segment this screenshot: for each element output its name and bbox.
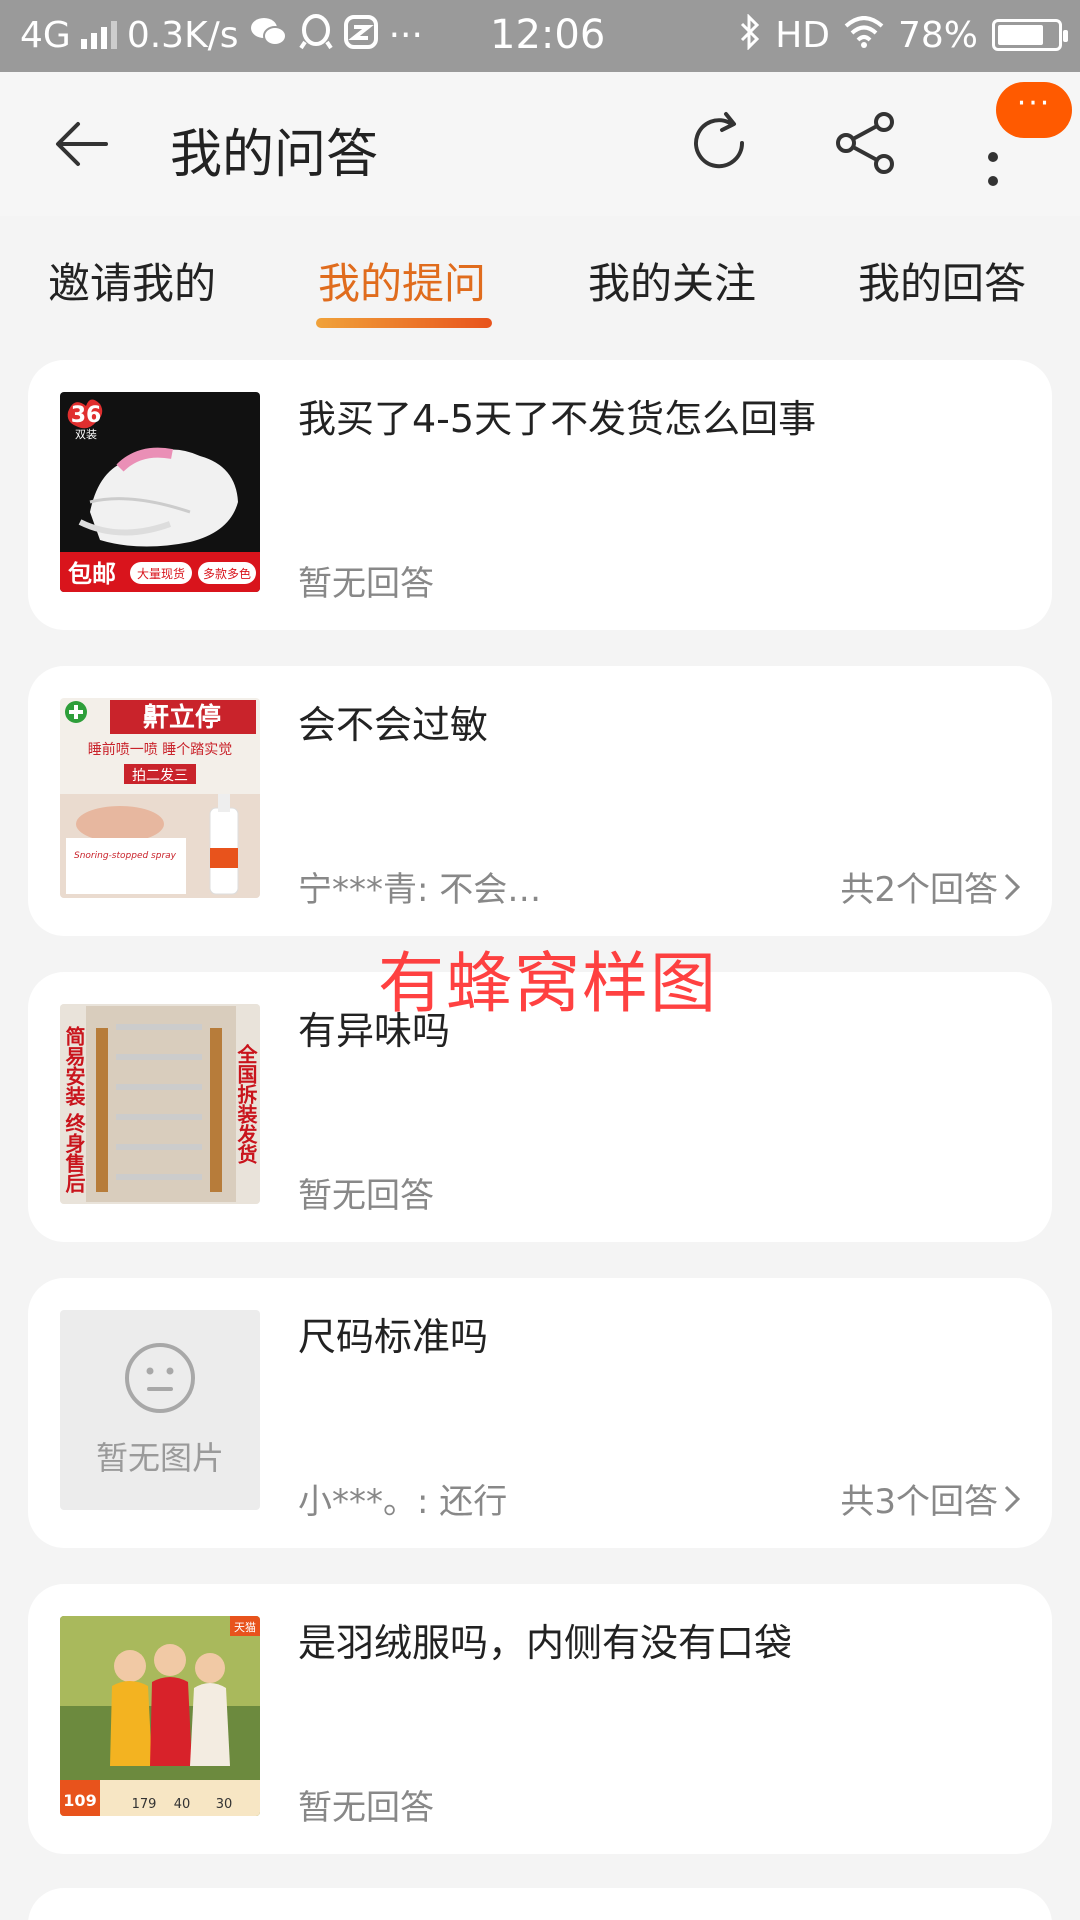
- back-button[interactable]: [50, 112, 114, 176]
- product-thumbnail: 天猫 109 179 40 30: [60, 1616, 260, 1816]
- active-tab-indicator: [316, 318, 492, 328]
- shelf-right-text: 全国拆装发货: [234, 1043, 258, 1165]
- answer-count: 共2个回答: [840, 870, 998, 910]
- stat-3: 30: [216, 1797, 233, 1812]
- answer-preview: 暂无回答: [298, 1788, 434, 1828]
- neutral-face-icon: [125, 1343, 195, 1413]
- product-thumbnail: 简易安装 终身售后 全国拆装发货: [60, 1004, 260, 1204]
- tab-following[interactable]: 我的关注: [588, 250, 756, 311]
- header: 我的问答: [0, 72, 1080, 216]
- shelf-left-text: 简易安装 终身售后: [62, 1025, 86, 1194]
- stat-1: 179: [132, 1797, 157, 1812]
- answer-preview: 暂无回答: [298, 1176, 434, 1216]
- badge-sub: 双装: [75, 428, 97, 441]
- watermark-text: 有蜂窝样图: [378, 945, 718, 1022]
- battery-icon: [992, 19, 1068, 51]
- app-icon: [343, 14, 379, 56]
- answer-count-link[interactable]: 共2个回答: [840, 862, 1022, 911]
- price: 109: [63, 1791, 96, 1810]
- signal-icon: [80, 21, 117, 49]
- message-badge[interactable]: ···: [996, 82, 1072, 138]
- wechat-icon: [249, 15, 289, 55]
- promo-tag: 拍二发三: [132, 768, 188, 784]
- spray-name: Snoring-stopped spray: [74, 851, 177, 861]
- tag-colors: 多款多色: [203, 567, 251, 581]
- tmall-tag: 天猫: [234, 1621, 256, 1634]
- refresh-icon: [694, 112, 745, 169]
- tab-invited[interactable]: 邀请我的: [48, 250, 216, 311]
- free-shipping-tag: 包邮: [68, 560, 116, 588]
- answer-preview: 宁***青: 不会…: [298, 870, 542, 910]
- answer-count-link[interactable]: 共3个回答: [840, 1474, 1022, 1523]
- answer-preview: 小***。: 还行: [298, 1482, 508, 1522]
- question-card[interactable]: 鼾立停 睡前喷一喷 睡个踏实觉 拍二发三 Snoring-stopped spr…: [28, 666, 1052, 936]
- stat-2: 40: [174, 1797, 191, 1812]
- hd-label: HD: [775, 14, 830, 56]
- chevron-right-icon: [1004, 873, 1021, 900]
- question-card[interactable]: 天猫 109 179 40 30 是羽绒服吗，内侧有没有口袋 暂无回答: [28, 1584, 1052, 1854]
- answer-preview: 暂无回答: [298, 564, 434, 604]
- qq-icon: [298, 14, 333, 56]
- tab-my-questions[interactable]: 我的提问: [318, 250, 486, 311]
- refresh-button[interactable]: [686, 110, 752, 176]
- no-image-label: 暂无图片: [95, 1439, 224, 1477]
- chevron-right-icon: [1004, 1485, 1021, 1512]
- brand-name: 鼾立停: [143, 702, 221, 733]
- dot-icon: [988, 176, 998, 186]
- network-speed: 0.3K/s: [126, 14, 239, 56]
- more-status: ···: [388, 14, 423, 56]
- question-text: 是羽绒服吗，内侧有没有口袋: [298, 1621, 793, 1665]
- brand-sub: 睡前喷一喷 睡个踏实觉: [88, 741, 232, 758]
- wifi-icon: [844, 16, 884, 54]
- share-button[interactable]: [832, 110, 898, 176]
- tag-stock: 大量现货: [137, 566, 185, 581]
- product-thumbnail: 鼾立停 睡前喷一喷 睡个踏实觉 拍二发三 Snoring-stopped spr…: [60, 698, 260, 898]
- status-bar: 4G 0.3K/s ··· 12:06 HD 78%: [0, 0, 1080, 72]
- battery-fill: [998, 25, 1044, 45]
- answer-count: 共3个回答: [840, 1482, 998, 1522]
- clock: 12:06: [490, 12, 606, 58]
- question-card[interactable]: [28, 1888, 1052, 1920]
- question-text: 尺码标准吗: [298, 1315, 489, 1359]
- bluetooth-icon: [739, 13, 761, 56]
- tab-bar: 邀请我的 我的提问 我的关注 我的回答: [0, 216, 1080, 336]
- no-image-placeholder: 暂无图片: [60, 1310, 260, 1510]
- page-title: 我的问答: [170, 125, 379, 185]
- battery-percent: 78%: [897, 14, 978, 56]
- question-text: 会不会过敏: [298, 703, 489, 747]
- question-text: 我买了4-5天了不发货怎么回事: [298, 397, 817, 441]
- arrow-left-icon: [56, 122, 108, 166]
- tab-my-answers[interactable]: 我的回答: [858, 250, 1026, 311]
- product-thumbnail: 36 双装 包邮 大量现货 多款多色: [60, 392, 260, 592]
- question-card[interactable]: 36 双装 包邮 大量现货 多款多色 我买了4-5天了不发货怎么回事 暂无回答: [28, 360, 1052, 630]
- badge-number: 36: [71, 403, 102, 428]
- network-type: 4G: [20, 14, 71, 56]
- question-card[interactable]: 暂无图片 尺码标准吗 小***。: 还行 共3个回答: [28, 1278, 1052, 1548]
- share-icon: [836, 112, 894, 174]
- dot-icon: [988, 152, 998, 162]
